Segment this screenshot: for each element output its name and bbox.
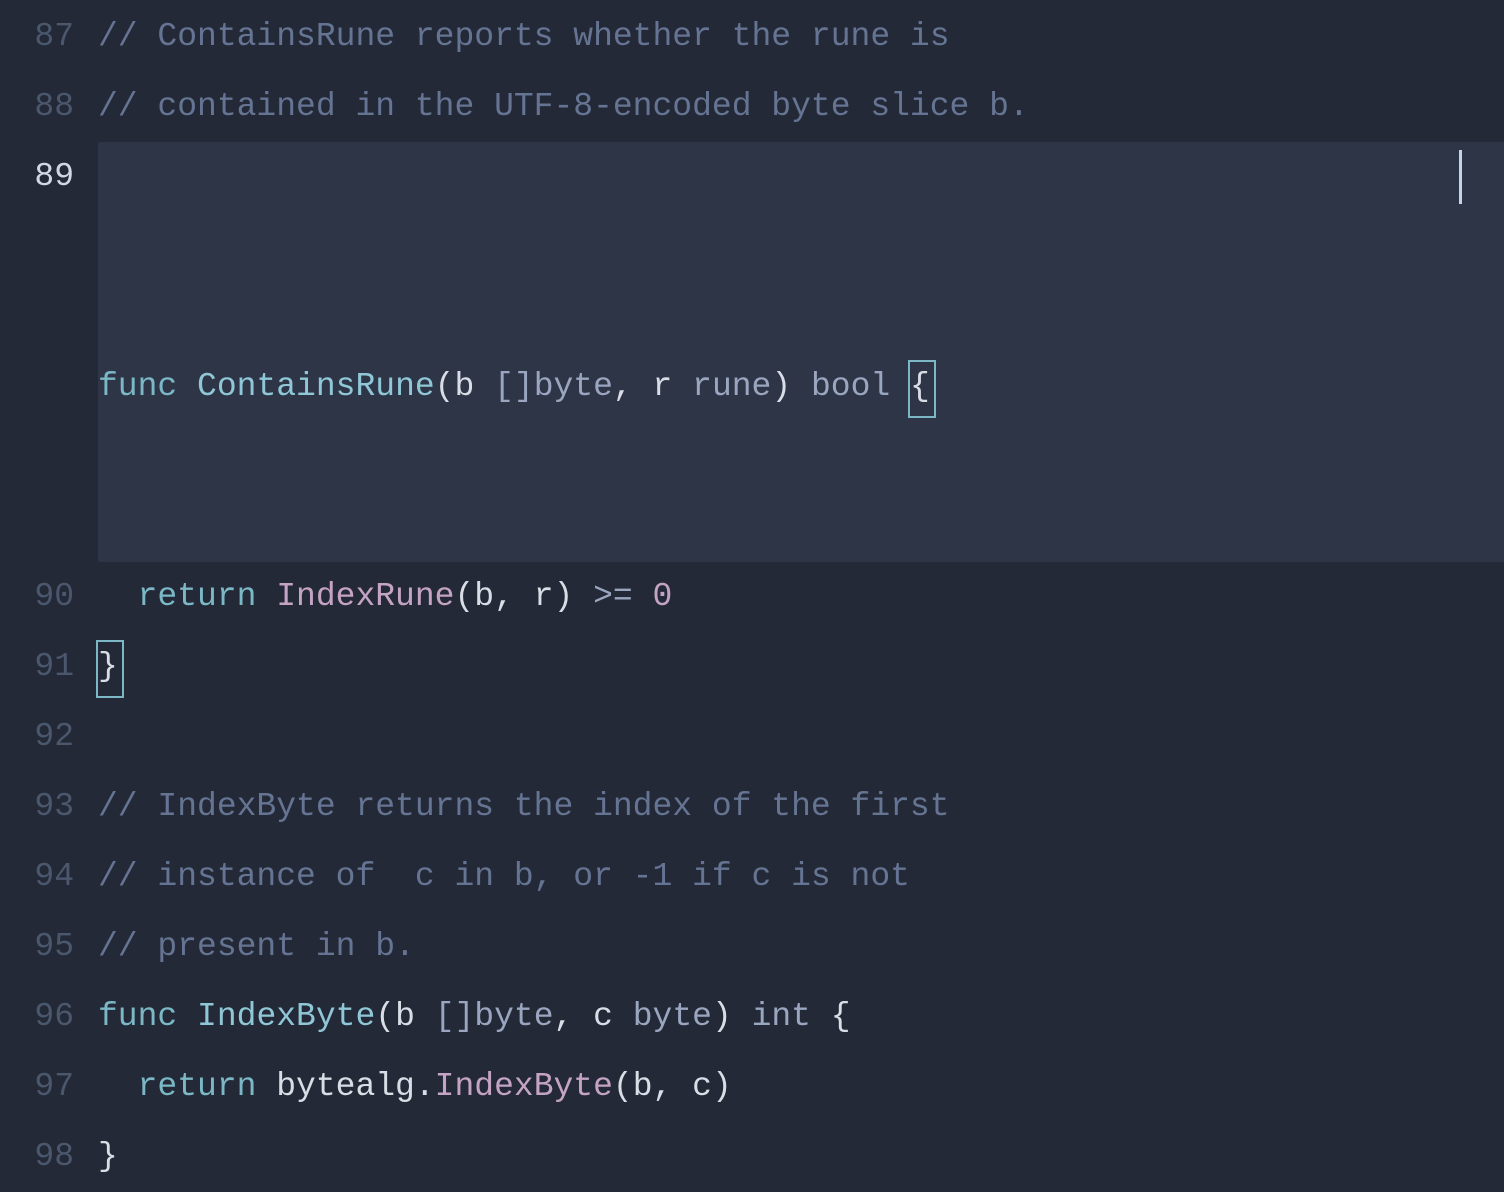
brace-open: {: [831, 998, 851, 1035]
code-line: 90 return IndexRune(b, r) >= 0: [0, 562, 1504, 632]
paren-close: ): [771, 368, 811, 405]
func-name: ContainsRune: [197, 368, 435, 405]
active-line-highlight: [98, 142, 1504, 562]
param: r: [653, 368, 693, 405]
line-number: 91: [0, 632, 74, 702]
return-type: int: [752, 998, 831, 1035]
package-ref: bytealg: [276, 1068, 415, 1105]
comment: // contained in the UTF-8-encoded byte s…: [98, 88, 1029, 125]
code-line: 92: [0, 702, 1504, 772]
line-number: 89: [0, 142, 74, 562]
comment: // instance of c in b, or -1 if c is not: [98, 858, 910, 895]
comment: // present in b.: [98, 928, 415, 965]
text-cursor: [1459, 150, 1462, 204]
brace-close-matched: }: [98, 632, 118, 702]
code-line: 94 // instance of c in b, or -1 if c is …: [0, 842, 1504, 912]
keyword-return: return: [138, 1068, 277, 1105]
func-name: IndexByte: [197, 998, 375, 1035]
func-call: IndexRune: [276, 578, 454, 615]
code-line: 98 }: [0, 1122, 1504, 1192]
brace-open-matched: {: [910, 352, 930, 422]
comma: ,: [613, 368, 653, 405]
line-number: 88: [0, 72, 74, 142]
number-literal: 0: [653, 578, 673, 615]
type: rune: [692, 368, 771, 405]
line-number: 97: [0, 1052, 74, 1122]
func-call: IndexByte: [435, 1068, 613, 1105]
comment: // IndexByte returns the index of the fi…: [98, 788, 950, 825]
code-line: 95 // present in b.: [0, 912, 1504, 982]
line-number: 96: [0, 982, 74, 1052]
code-line: 96 func IndexByte(b []byte, c byte) int …: [0, 982, 1504, 1052]
code-line: 87 // ContainsRune reports whether the r…: [0, 2, 1504, 72]
code-line: 97 return bytealg.IndexByte(b, c): [0, 1052, 1504, 1122]
code-line: 91 }: [0, 632, 1504, 702]
param: b: [454, 368, 494, 405]
return-type: bool: [811, 368, 910, 405]
line-number: 90: [0, 562, 74, 632]
line-number: 95: [0, 912, 74, 982]
keyword-func: func: [98, 998, 197, 1035]
comment: // ContainsRune reports whether the rune…: [98, 18, 950, 55]
line-number: 92: [0, 702, 74, 772]
brace-close: }: [98, 1138, 118, 1175]
keyword-return: return: [138, 578, 277, 615]
code-line: 93 // IndexByte returns the index of the…: [0, 772, 1504, 842]
keyword-func: func: [98, 368, 197, 405]
line-number: 93: [0, 772, 74, 842]
code-line-active[interactable]: 89 func ContainsRune(b []byte, r rune) b…: [0, 142, 1504, 562]
line-number: 94: [0, 842, 74, 912]
operator: >=: [593, 578, 652, 615]
paren-open: (: [435, 368, 455, 405]
line-number: 98: [0, 1122, 74, 1192]
code-line: 88 // contained in the UTF-8-encoded byt…: [0, 72, 1504, 142]
code-editor[interactable]: 87 // ContainsRune reports whether the r…: [0, 2, 1504, 1192]
type: []byte: [494, 368, 613, 405]
line-number: 87: [0, 2, 74, 72]
